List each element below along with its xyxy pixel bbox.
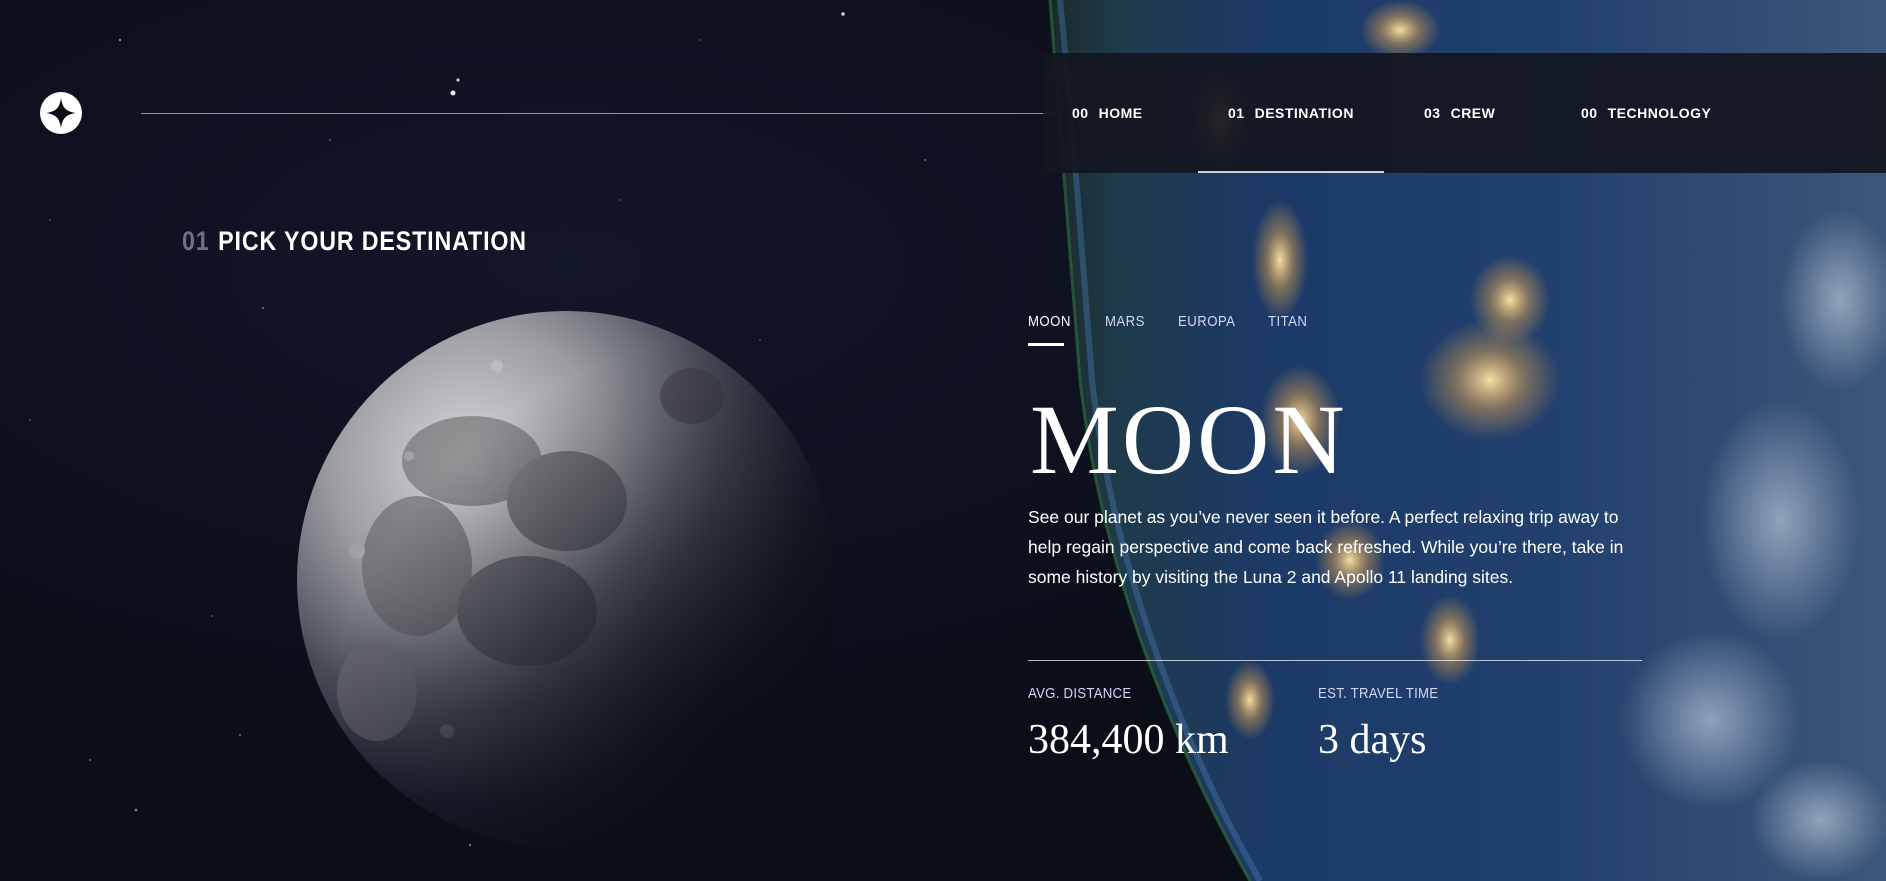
primary-navigation: 00 HOME 01 DESTINATION 03 CREW 00 TECHNOLOGY bbox=[1043, 53, 1886, 173]
page-title: 01 PICK YOUR DESTINATION bbox=[182, 226, 527, 257]
nav-item-destination[interactable]: 01 DESTINATION bbox=[1198, 53, 1384, 173]
nav-item-label: TECHNOLOGY bbox=[1607, 105, 1712, 121]
avg-distance-label: AVG. DISTANCE bbox=[1028, 685, 1132, 702]
nav-item-number: 01 bbox=[1228, 105, 1245, 121]
nav-item-label: HOME bbox=[1098, 105, 1143, 121]
avg-distance-value: 384,400 km bbox=[1028, 717, 1229, 763]
nav-item-label: DESTINATION bbox=[1254, 105, 1354, 121]
nav-item-number: 00 bbox=[1581, 105, 1598, 121]
nav-item-label: CREW bbox=[1450, 105, 1496, 121]
nav-item-crew[interactable]: 03 CREW bbox=[1424, 53, 1495, 173]
destination-description: See our planet as you’ve never seen it b… bbox=[1028, 507, 1624, 587]
tab-europa[interactable]: EUROPA bbox=[1178, 313, 1235, 347]
active-tab-indicator bbox=[1028, 343, 1064, 346]
travel-time-label: EST. TRAVEL TIME bbox=[1318, 685, 1439, 702]
logo-icon[interactable] bbox=[40, 92, 82, 134]
nav-item-number: 03 bbox=[1424, 105, 1441, 121]
moon-image bbox=[297, 311, 835, 849]
destination-name: MOON bbox=[1030, 384, 1348, 495]
tab-moon[interactable]: MOON bbox=[1028, 313, 1071, 347]
nav-item-number: 00 bbox=[1072, 105, 1089, 121]
tab-titan[interactable]: TITAN bbox=[1268, 313, 1307, 347]
tab-mars[interactable]: MARS bbox=[1105, 313, 1145, 347]
nav-item-technology[interactable]: 00 TECHNOLOGY bbox=[1581, 53, 1711, 173]
header-divider-line bbox=[141, 113, 1053, 114]
stats-divider bbox=[1028, 660, 1642, 661]
travel-time-value: 3 days bbox=[1318, 717, 1427, 763]
nav-item-home[interactable]: 00 HOME bbox=[1072, 53, 1143, 173]
page-title-text: PICK YOUR DESTINATION bbox=[218, 226, 527, 256]
page-title-number: 01 bbox=[182, 226, 210, 256]
